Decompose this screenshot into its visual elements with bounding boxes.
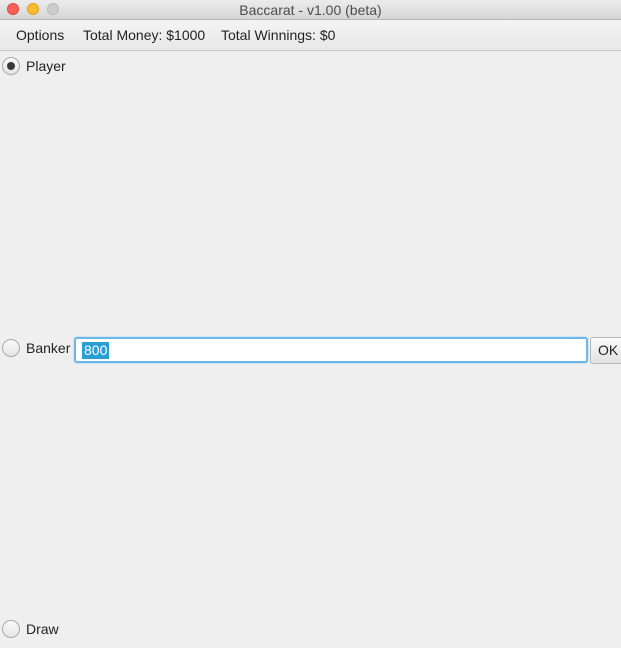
title-bar: Baccarat - v1.00 (beta) — [0, 0, 621, 20]
window-title: Baccarat - v1.00 (beta) — [239, 2, 382, 18]
total-money-label[interactable]: Total Money: $1000 — [83, 27, 205, 43]
total-winnings-label[interactable]: Total Winnings: $0 — [221, 27, 335, 43]
player-radio[interactable] — [2, 57, 20, 75]
banker-label[interactable]: Banker — [26, 340, 70, 356]
draw-radio[interactable] — [2, 620, 20, 638]
menu-bar: Options Total Money: $1000 Total Winning… — [0, 20, 621, 51]
ok-button[interactable]: OK — [590, 337, 621, 364]
draw-label[interactable]: Draw — [26, 621, 59, 637]
player-label[interactable]: Player — [26, 58, 66, 74]
bet-amount-selected-text[interactable]: 800 — [82, 342, 110, 359]
banker-radio[interactable] — [2, 339, 20, 357]
menu-options[interactable]: Options — [16, 27, 64, 43]
bet-amount-field[interactable]: 800 — [74, 337, 588, 363]
